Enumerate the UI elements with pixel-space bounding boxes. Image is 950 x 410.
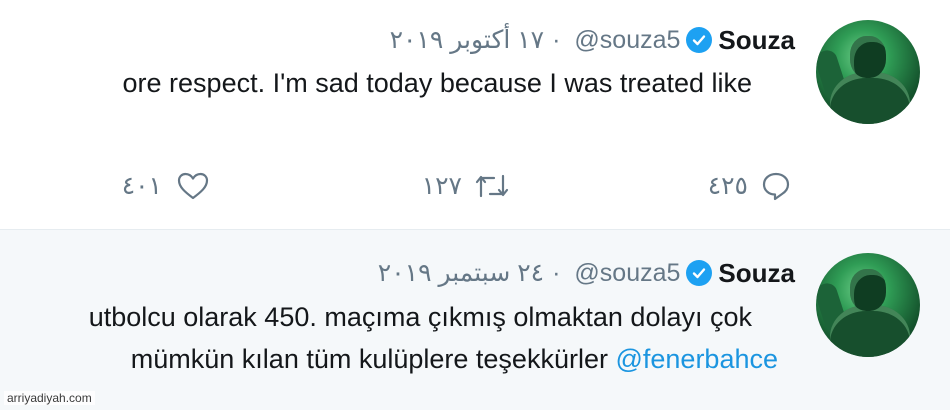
watermark: arriyadiyah.com (4, 391, 95, 405)
like-icon (176, 170, 210, 202)
verified-badge-icon (686, 260, 713, 286)
tweet-text: ore respect. I'm sad today because I was… (122, 68, 752, 98)
avatar[interactable] (816, 20, 920, 124)
verified-badge-icon (686, 27, 713, 53)
tweet-header: Souza @souza5 · ١٧ أكتوبر ٢٠١٩ (390, 22, 795, 58)
reply-count: ٤٢٥ (707, 172, 748, 200)
mention-link[interactable]: @fenerbahce (615, 344, 778, 374)
display-name[interactable]: Souza (718, 25, 795, 56)
retweet-icon (474, 170, 510, 202)
tweet-text-line-2-body: mümkün kılan tüm kulüplere teşekkürler (130, 344, 608, 374)
retweet-count: ١٢٧ (421, 172, 462, 200)
tweet-2[interactable]: Souza @souza5 · ٢٤ سبتمبر ٢٠١٩ utbolcu o… (0, 229, 950, 410)
tweet-text-line-1: utbolcu olarak 450. maçıma çıkmış olmakt… (88, 302, 752, 332)
reply-icon (760, 170, 792, 202)
tweet-date[interactable]: ٢٤ سبتمبر ٢٠١٩ (378, 258, 544, 288)
handle[interactable]: @souza5 (574, 26, 680, 55)
separator-dot: · (552, 25, 561, 54)
retweet-button[interactable]: ١٢٧ (422, 170, 510, 202)
display-name[interactable]: Souza (718, 258, 795, 289)
like-count: ٤٠١ (121, 172, 162, 200)
separator-dot: · (552, 258, 561, 287)
avatar[interactable] (816, 253, 920, 357)
like-button[interactable]: ٤٠١ (122, 170, 210, 202)
tweet-header: Souza @souza5 · ٢٤ سبتمبر ٢٠١٩ (378, 255, 795, 291)
handle[interactable]: @souza5 (574, 259, 680, 288)
reply-button[interactable]: ٤٢٥ (708, 170, 792, 202)
tweet-text-line-2: mümkün kılan tüm kulüplere teşekkürler @… (131, 342, 778, 376)
tweet-date[interactable]: ١٧ أكتوبر ٢٠١٩ (390, 25, 545, 55)
tweet-1[interactable]: Souza @souza5 · ١٧ أكتوبر ٢٠١٩ ore respe… (0, 0, 950, 228)
